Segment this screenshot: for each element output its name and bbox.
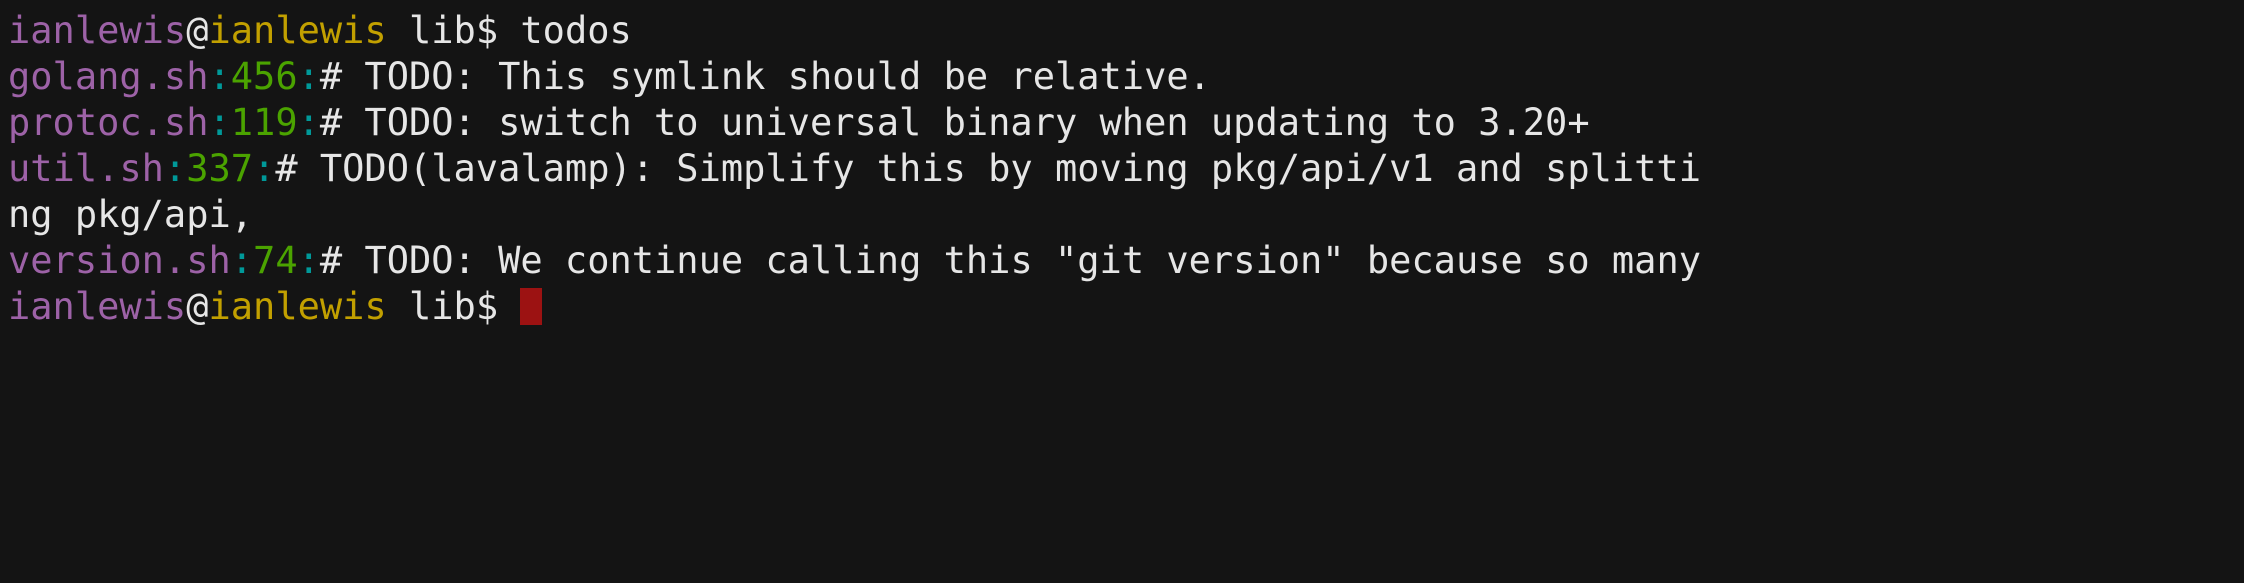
- grep-result-wrap-row: ng pkg/api,: [8, 192, 2244, 238]
- result-filename: golang.sh: [8, 55, 209, 98]
- prompt-cwd: lib$: [409, 9, 499, 52]
- grep-result-row: golang.sh:456:# TODO: This symlink shoul…: [8, 54, 2244, 100]
- result-line-number: 337: [186, 147, 254, 190]
- prompt-username: ianlewis: [8, 285, 187, 328]
- text-cursor[interactable]: [520, 288, 543, 325]
- prompt-at-symbol: @: [186, 9, 209, 52]
- result-line-number: 119: [230, 101, 298, 144]
- result-text: # TODO: We continue calling this "git ve…: [319, 239, 1701, 282]
- terminal-window[interactable]: ianlewis@ianlewis lib$ todos golang.sh:4…: [0, 0, 2244, 583]
- grep-result-row: version.sh:74:# TODO: We continue callin…: [8, 238, 2244, 284]
- result-text: # TODO: This symlink should be relative.: [319, 55, 1211, 98]
- result-separator-2: :: [297, 101, 320, 144]
- prompt-at-symbol: @: [186, 285, 209, 328]
- result-line-number: 456: [230, 55, 298, 98]
- prompt-hostname: ianlewis: [208, 9, 387, 52]
- result-separator-2: :: [253, 147, 276, 190]
- typed-command: todos: [520, 9, 632, 52]
- result-line-number: 74: [253, 239, 298, 282]
- result-text: # TODO(lavalamp): Simplify this by movin…: [275, 147, 1701, 190]
- result-text-continuation: ng pkg/api,: [8, 193, 254, 236]
- result-separator-1: :: [208, 101, 231, 144]
- grep-result-row: util.sh:337:# TODO(lavalamp): Simplify t…: [8, 146, 2244, 192]
- grep-result-row: protoc.sh:119:# TODO: switch to universa…: [8, 100, 2244, 146]
- prompt-cwd: lib$: [409, 285, 499, 328]
- prompt-username: ianlewis: [8, 9, 187, 52]
- result-separator-1: :: [163, 147, 187, 190]
- result-separator-2: :: [297, 55, 320, 98]
- prompt-hostname: ianlewis: [208, 285, 387, 328]
- result-text: # TODO: switch to universal binary when …: [319, 101, 1590, 144]
- terminal-screen: ianlewis@ianlewis lib$ todos golang.sh:4…: [0, 0, 2244, 330]
- prompt-space-2: [498, 9, 520, 52]
- result-separator-1: :: [208, 55, 231, 98]
- result-separator-2: :: [297, 239, 320, 282]
- prompt-line-active[interactable]: ianlewis@ianlewis lib$: [8, 284, 2244, 330]
- result-filename: protoc.sh: [8, 101, 209, 144]
- result-filename: version.sh: [8, 239, 231, 282]
- result-separator-1: :: [230, 239, 254, 282]
- result-filename: util.sh: [8, 147, 164, 190]
- prompt-space-2: [498, 285, 520, 328]
- prompt-line-command: ianlewis@ianlewis lib$ todos: [8, 8, 2244, 54]
